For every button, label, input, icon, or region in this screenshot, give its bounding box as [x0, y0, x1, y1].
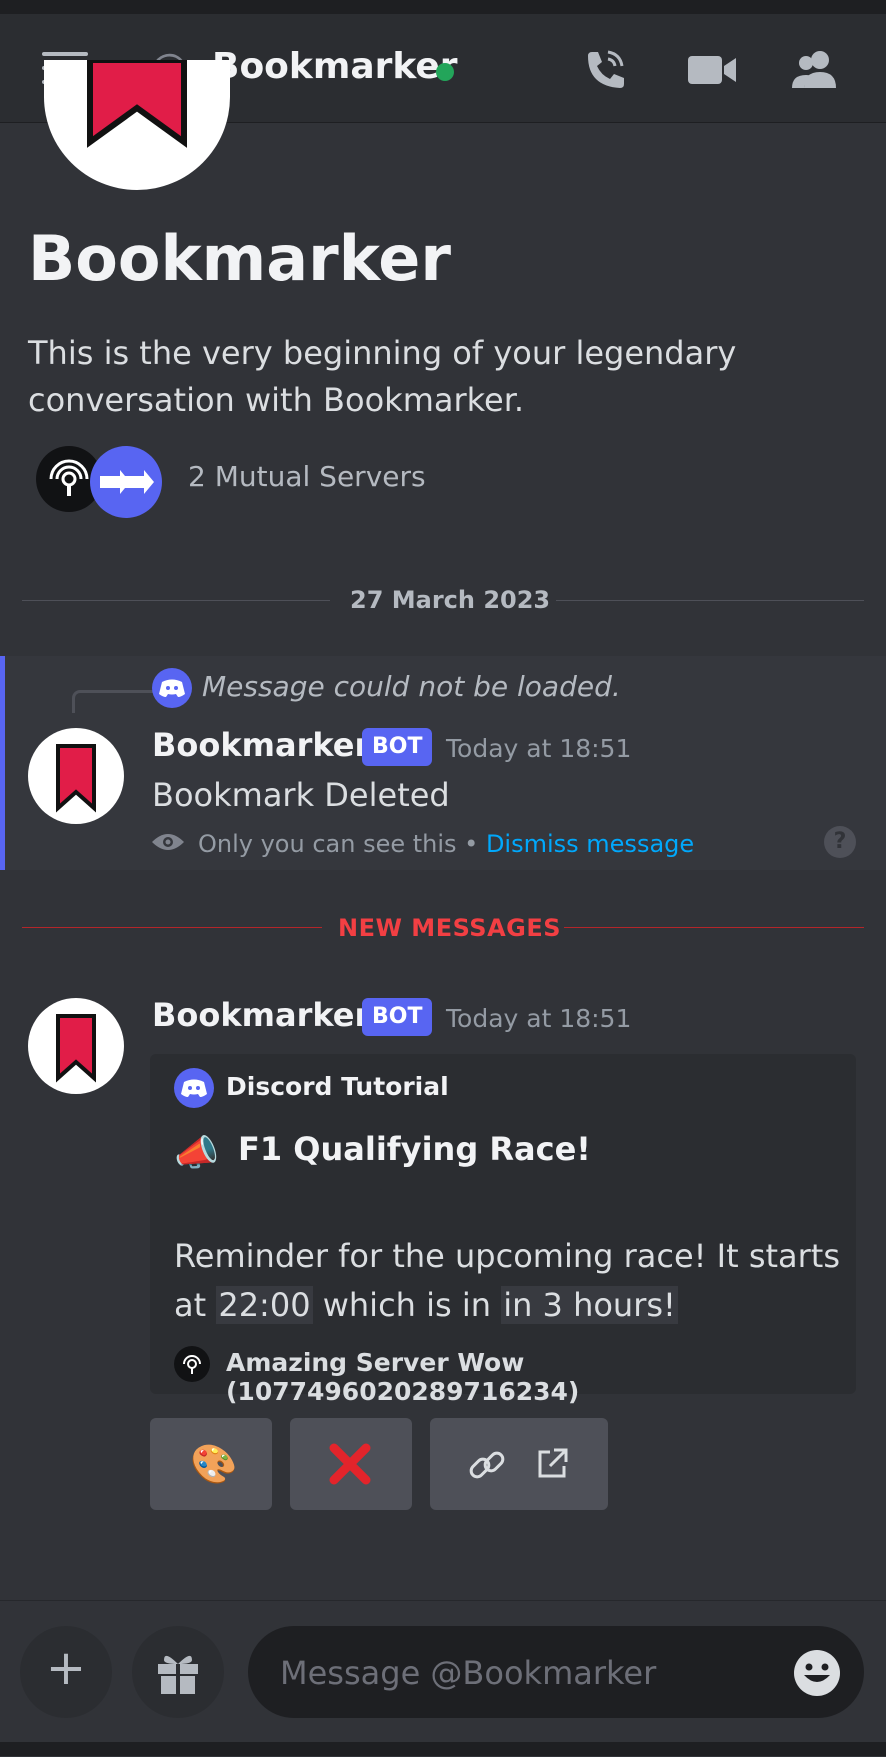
discord-icon	[152, 668, 192, 708]
bot-badge: BOT	[362, 728, 433, 766]
eye-icon	[152, 834, 184, 850]
mutual-servers-link[interactable]: 2 Mutual Servers	[188, 460, 426, 493]
server-icon	[90, 446, 162, 518]
only-you-text: Only you can see this	[198, 830, 457, 858]
username[interactable]: Bookmarker	[152, 726, 370, 764]
timestamp-code: 22:00	[216, 1286, 313, 1324]
message-embed	[150, 1054, 856, 1394]
relative-time-code: in 3 hours!	[501, 1286, 678, 1324]
separator: •	[456, 830, 486, 858]
new-messages-line	[22, 927, 322, 928]
date-divider: 27 March 2023	[350, 586, 551, 614]
plus-icon: +	[45, 1640, 87, 1696]
server-icon	[174, 1346, 210, 1382]
divider-line	[22, 600, 330, 601]
bot-avatar-large	[44, 60, 230, 190]
discord-icon	[174, 1068, 214, 1108]
bot-avatar[interactable]	[28, 728, 124, 824]
external-link-icon	[538, 1448, 568, 1478]
member-list-icon[interactable]	[790, 44, 842, 96]
link-button[interactable]	[430, 1418, 608, 1510]
palette-button[interactable]: 🎨	[150, 1418, 272, 1510]
help-icon[interactable]: ?	[824, 826, 856, 858]
reply-preview[interactable]: Message could not be loaded.	[202, 670, 621, 703]
message-timestamp: Today at 18:51	[446, 734, 632, 763]
megaphone-icon: 📣	[174, 1133, 219, 1174]
username[interactable]: Bookmarker	[152, 996, 370, 1034]
video-call-icon[interactable]	[686, 44, 738, 96]
navigation-bar	[0, 1742, 886, 1756]
delete-button[interactable]	[290, 1418, 412, 1510]
dismiss-message-link[interactable]: Dismiss message	[486, 830, 694, 858]
message-input[interactable]	[278, 1642, 782, 1704]
embed-author[interactable]: Discord Tutorial	[226, 1072, 449, 1101]
new-messages-line	[564, 927, 864, 928]
dm-recipient-name: Bookmarker	[28, 222, 451, 295]
link-icon	[469, 1451, 505, 1479]
message-content: Bookmark Deleted	[152, 776, 450, 814]
dm-intro-text: This is the very beginning of your legen…	[28, 334, 737, 419]
divider-line	[556, 600, 864, 601]
embed-footer: Amazing Server Wow (1077496020289716234)	[226, 1348, 580, 1406]
online-status-icon	[436, 63, 454, 81]
voice-call-icon[interactable]	[578, 44, 630, 96]
red-x-icon	[329, 1443, 371, 1485]
bot-avatar[interactable]	[28, 998, 124, 1094]
add-attachment-button[interactable]: +	[20, 1626, 112, 1718]
embed-description: Reminder for the upcoming race! It start…	[174, 1232, 854, 1330]
gift-icon	[158, 1655, 198, 1694]
embed-title: F1 Qualifying Race!	[238, 1130, 591, 1168]
palette-icon: 🎨	[190, 1442, 238, 1486]
bot-badge: BOT	[362, 998, 433, 1036]
gift-button[interactable]	[132, 1626, 224, 1718]
emoji-icon[interactable]	[792, 1648, 842, 1698]
new-messages-divider: NEW MESSAGES	[338, 914, 562, 942]
reply-connector	[72, 690, 153, 713]
channel-title[interactable]: Bookmarker	[212, 46, 458, 87]
ephemeral-notice: Only you can see this • Dismiss message	[198, 830, 694, 858]
desc-text: which is in	[312, 1286, 502, 1324]
status-bar	[0, 0, 886, 14]
message-timestamp: Today at 18:51	[446, 1004, 632, 1033]
